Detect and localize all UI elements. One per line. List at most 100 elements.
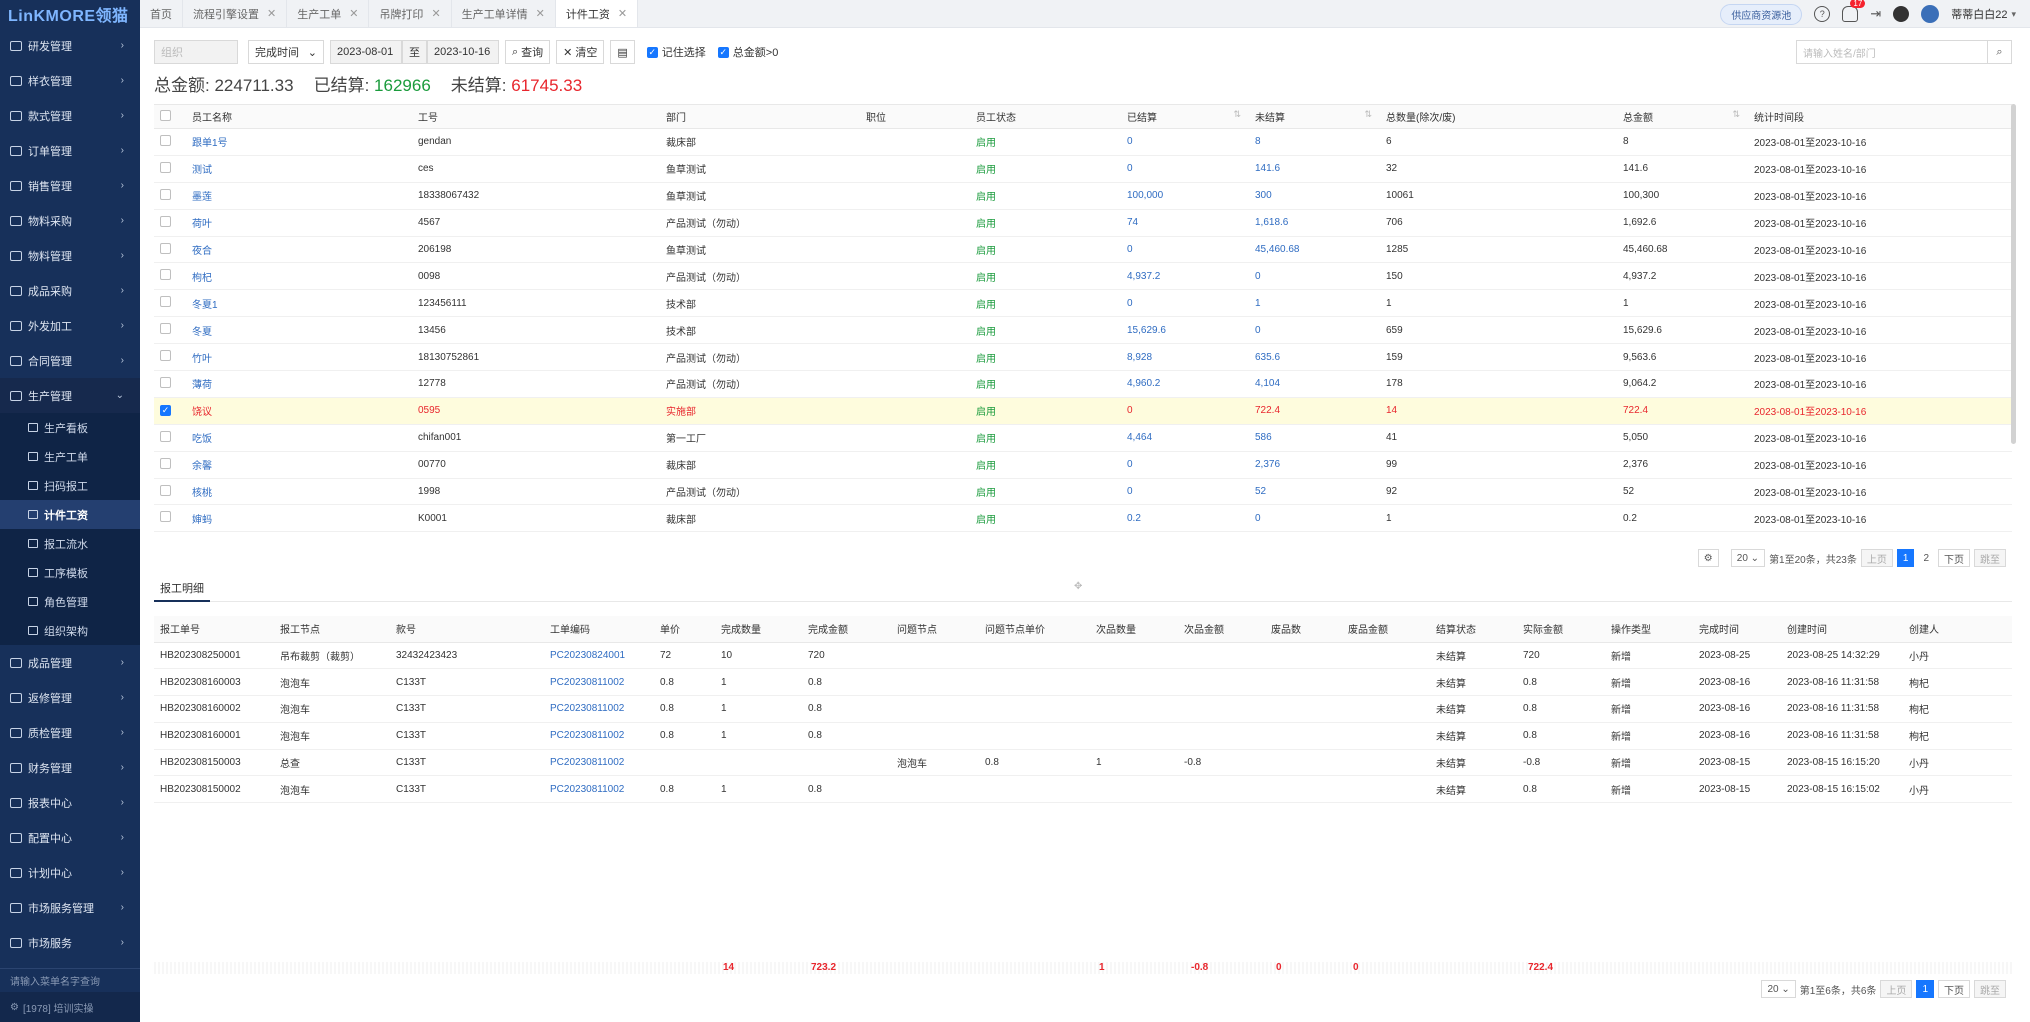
sidebar-item[interactable]: 计划中心 › <box>0 855 140 890</box>
sidebar-item[interactable]: 款式管理 › <box>0 98 140 133</box>
table-row[interactable]: 余馨 00770 裁床部 启用 0 2,376 99 2,376 2023-08-01至2023… <box>154 451 2012 479</box>
cell-settled[interactable]: 100,000 <box>1121 182 1249 210</box>
table-row[interactable]: 冬夏 13456 技术部 启用 15,629.6 0 659 15,629.6 2023-08-… <box>154 316 2012 345</box>
sidebar-item[interactable]: 研发管理 › <box>0 28 140 63</box>
row-select-cell[interactable] <box>154 182 186 210</box>
table-row[interactable]: 跟单1号 gendan 裁床部 启用 0 8 6 8 2023-08-01至2023-10-16 <box>154 128 2012 156</box>
tab[interactable]: 生产工单 ✕ <box>287 0 370 27</box>
cell-settled[interactable]: 0 <box>1121 289 1249 318</box>
sidebar-subitem[interactable]: 工序模板 <box>0 558 140 587</box>
sidebar-item[interactable]: 样衣管理 › <box>0 63 140 98</box>
cell-wo[interactable]: PC20230811002 <box>544 722 654 750</box>
sidebar-item[interactable]: 外发加工 › <box>0 308 140 343</box>
cell-name[interactable]: 夜合 <box>186 236 412 264</box>
column-header[interactable]: 完成金额 <box>802 616 891 643</box>
org-input[interactable]: 组织 <box>154 40 238 64</box>
table-row[interactable]: 吃饭 chifan001 第一工厂 启用 4,464 586 41 5,050 2023-08-… <box>154 424 2012 452</box>
row-select-cell[interactable] <box>154 370 186 398</box>
column-header[interactable]: 员工名称 <box>186 104 412 129</box>
row-checkbox[interactable] <box>160 161 171 173</box>
close-icon[interactable]: ✕ <box>618 7 627 20</box>
jump-button[interactable]: 跳至 <box>1974 549 2006 567</box>
cell-settled[interactable]: 0 <box>1121 397 1249 425</box>
bell-icon[interactable]: 17 <box>1842 0 1866 22</box>
prev-page-button[interactable]: 上页 <box>1880 980 1913 998</box>
sidebar-subitem[interactable]: 生产工单 <box>0 442 140 471</box>
column-header[interactable]: 总金额 ⇅ <box>1617 104 1748 129</box>
cell-name[interactable]: 冬夏1 <box>186 289 412 318</box>
cell-settled[interactable]: 0 <box>1121 478 1249 506</box>
row-checkbox[interactable] <box>160 242 171 254</box>
supplier-pool-button[interactable]: 供应商资源池 <box>1720 3 1803 25</box>
page-size-select[interactable]: 20 ⌄ <box>1761 980 1796 998</box>
row-select-cell[interactable] <box>154 316 186 345</box>
table-row[interactable]: HB202308160003 泡泡车 C133T PC20230811002 0.8 1 0… <box>154 668 2012 697</box>
exit-icon[interactable]: ⇥ <box>1870 6 1881 22</box>
row-select-cell[interactable] <box>154 478 186 506</box>
cell-unsettled[interactable]: 300 <box>1249 182 1380 210</box>
page-1-button[interactable]: 1 <box>1896 549 1915 567</box>
column-header[interactable]: 问题节点 <box>891 616 979 643</box>
table-row[interactable]: HB202308150002 泡泡车 C133T PC20230811002 0.8 1 0… <box>154 775 2012 804</box>
row-select-cell[interactable] <box>154 343 186 372</box>
help-icon[interactable]: ? <box>1814 6 1831 22</box>
row-checkbox[interactable] <box>160 215 171 227</box>
column-header[interactable]: 问题节点单价 <box>979 616 1090 643</box>
column-header[interactable]: 员工状态 <box>970 104 1121 129</box>
row-select-cell[interactable] <box>154 155 186 183</box>
column-header[interactable]: 完成时间 <box>1693 616 1781 643</box>
row-checkbox[interactable] <box>160 269 171 281</box>
column-header[interactable]: 实际金额 <box>1517 616 1605 643</box>
sidebar-subitem[interactable]: 角色管理 <box>0 587 140 616</box>
sidebar-item[interactable]: 配置中心 › <box>0 820 140 855</box>
chevron-down-icon[interactable]: ▾ <box>2011 9 2016 20</box>
column-header[interactable]: 完成数量 <box>715 616 802 643</box>
next-page-button[interactable]: 下页 <box>1938 549 1970 567</box>
jump-button[interactable]: 跳至 <box>1974 980 2006 998</box>
row-checkbox[interactable] <box>160 188 171 200</box>
table-row[interactable]: 婶蚂 K0001 裁床部 启用 0.2 0 1 0.2 2023-08-01至2023-10-1… <box>154 504 2012 533</box>
column-header[interactable]: 统计时间段 <box>1748 104 2012 129</box>
row-select-cell[interactable] <box>154 504 186 533</box>
cell-unsettled[interactable]: 52 <box>1249 478 1380 506</box>
row-checkbox[interactable] <box>160 484 171 496</box>
cell-wo[interactable]: PC20230811002 <box>544 775 654 804</box>
sidebar-item[interactable]: 成品采购 › <box>0 273 140 308</box>
cell-settled[interactable]: 0.2 <box>1121 504 1249 533</box>
row-checkbox[interactable] <box>160 376 171 388</box>
table-row[interactable]: 墨莲 18338067432 鱼草测试 启用 100,000 300 10061 100,30… <box>154 182 2012 210</box>
prev-page-button[interactable]: 上页 <box>1860 549 1893 567</box>
cell-unsettled[interactable]: 1 <box>1249 289 1380 318</box>
cell-unsettled[interactable]: 722.4 <box>1249 397 1380 425</box>
tab[interactable]: 吊牌打印 ✕ <box>369 0 452 27</box>
close-icon[interactable]: ✕ <box>267 7 276 20</box>
sort-icon[interactable]: ⇅ <box>1364 109 1372 120</box>
settings-icon[interactable]: ⚙ <box>1697 549 1719 567</box>
cell-unsettled[interactable]: 141.6 <box>1249 155 1380 183</box>
page-1-button[interactable]: 1 <box>1916 980 1934 998</box>
column-header[interactable]: 报工节点 <box>274 616 390 643</box>
row-checkbox[interactable] <box>160 511 171 523</box>
column-header[interactable]: 次品数量 <box>1090 616 1178 643</box>
column-header[interactable]: 创建时间 <box>1781 616 1903 643</box>
sidebar-item[interactable]: 生产管理 ⌄ <box>0 378 140 413</box>
table-row[interactable]: 测试 ces 鱼草测试 启用 0 141.6 32 141.6 2023-08-01至2023-… <box>154 155 2012 183</box>
sidebar-item[interactable]: 报表中心 › <box>0 785 140 820</box>
row-checkbox[interactable] <box>160 134 171 146</box>
query-button[interactable]: ⌕ 查询 <box>505 40 551 64</box>
column-header[interactable]: 单价 <box>654 616 715 643</box>
cell-name[interactable]: 荷叶 <box>186 209 412 237</box>
name-dept-search[interactable]: 请输入姓名/部门 ⌕ <box>1796 40 2012 64</box>
cell-settled[interactable]: 74 <box>1121 209 1249 237</box>
row-select-cell[interactable] <box>154 209 186 237</box>
column-header[interactable]: 创建人 <box>1903 616 2012 643</box>
table-row[interactable]: ✓ 饶议 0595 实施部 启用 0 722.4 14 722.4 2023-08-01至2023… <box>154 397 2012 425</box>
remember-checkbox[interactable]: ✓ 记住选择 <box>646 44 706 60</box>
cell-settled[interactable]: 4,464 <box>1121 424 1249 452</box>
row-select-cell[interactable] <box>154 424 186 452</box>
search-input[interactable]: 请输入姓名/部门 <box>1797 45 1987 60</box>
page-2-button[interactable]: 2 <box>1918 549 1934 567</box>
cell-name[interactable]: 竹叶 <box>186 343 412 372</box>
next-page-button[interactable]: 下页 <box>1938 980 1970 998</box>
cell-name[interactable]: 核桃 <box>186 478 412 506</box>
